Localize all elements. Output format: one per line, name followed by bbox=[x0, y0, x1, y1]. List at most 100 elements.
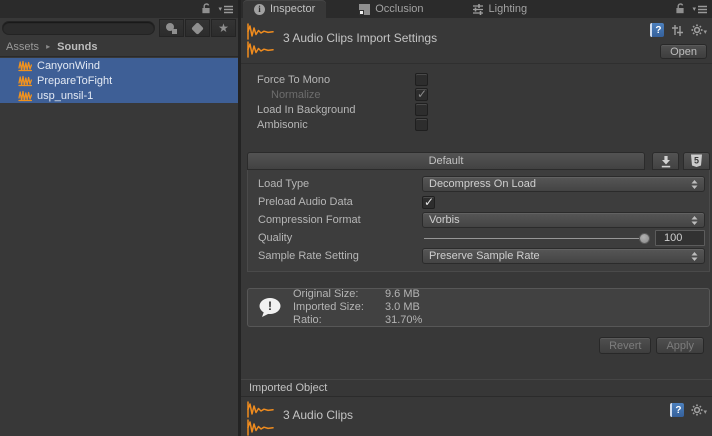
ambisonic-checkbox[interactable] bbox=[415, 118, 428, 131]
lighting-icon bbox=[472, 3, 484, 16]
inspector-panel: i Inspector Occlusion Lighting ▾ bbox=[241, 0, 712, 436]
project-search-row: ★ bbox=[0, 18, 238, 38]
tab-lighting[interactable]: Lighting bbox=[461, 0, 539, 18]
apply-button[interactable]: Apply bbox=[656, 337, 704, 354]
platform-tabs: Default bbox=[247, 152, 710, 170]
audio-clip-icon bbox=[18, 60, 33, 72]
label-tag-icon bbox=[191, 22, 204, 35]
slider-track bbox=[424, 238, 644, 239]
tab-label: Occlusion bbox=[375, 3, 423, 15]
tab-inspector[interactable]: i Inspector bbox=[243, 0, 326, 18]
list-item[interactable]: PrepareToFight bbox=[0, 73, 238, 88]
setting-quality: Quality 100 bbox=[248, 229, 705, 247]
option-label: Ambisonic bbox=[241, 119, 415, 131]
option-ambisonic: Ambisonic bbox=[241, 117, 712, 132]
platform-tab-webgl[interactable] bbox=[683, 152, 710, 170]
panel-menu-icon[interactable]: ▾ bbox=[692, 5, 707, 14]
breadcrumb-current-folder[interactable]: Sounds bbox=[57, 41, 97, 53]
file-name: PrepareToFight bbox=[37, 75, 112, 87]
setting-sample-rate: Sample Rate Setting Preserve Sample Rate bbox=[248, 247, 705, 265]
breadcrumb-assets[interactable]: Assets bbox=[6, 41, 39, 53]
gear-caret-icon: ▾ bbox=[703, 30, 707, 36]
project-panel-titlebar: ▾ bbox=[0, 0, 238, 18]
search-favorites-button[interactable]: ★ bbox=[211, 19, 236, 37]
platform-tab-standalone[interactable] bbox=[652, 152, 679, 170]
info-value: 3.0 MB bbox=[385, 301, 420, 314]
unity-editor-window: ▾ ★ Assets ▸ Sounds bbox=[0, 0, 712, 436]
audio-clip-icon bbox=[18, 75, 33, 87]
inspector-tabbar: i Inspector Occlusion Lighting ▾ bbox=[241, 0, 712, 18]
load-type-dropdown[interactable]: Decompress On Load bbox=[422, 176, 705, 192]
search-by-label-button[interactable] bbox=[185, 19, 210, 37]
quality-value-field[interactable]: 100 bbox=[655, 230, 705, 246]
info-label: Imported Size: bbox=[293, 301, 385, 314]
option-force-to-mono: Force To Mono bbox=[241, 72, 712, 87]
gear-icon[interactable]: ▾ bbox=[691, 404, 707, 416]
option-load-in-background: Load In Background bbox=[241, 102, 712, 117]
info-row: Ratio: 31.70% bbox=[293, 314, 422, 327]
compression-format-dropdown[interactable]: Vorbis bbox=[422, 212, 705, 228]
preload-audio-data-checkbox[interactable]: ✓ bbox=[422, 196, 435, 209]
option-label: Normalize bbox=[241, 89, 415, 101]
option-label: Load In Background bbox=[241, 104, 415, 116]
breadcrumb: Assets ▸ Sounds bbox=[0, 38, 238, 57]
setting-label: Preload Audio Data bbox=[248, 196, 422, 208]
setting-label: Load Type bbox=[248, 178, 422, 190]
search-by-type-button[interactable] bbox=[159, 19, 184, 37]
list-item[interactable]: usp_unsil-1 bbox=[0, 88, 238, 103]
quality-slider[interactable] bbox=[422, 230, 647, 246]
dropdown-value: Preserve Sample Rate bbox=[429, 250, 540, 262]
breadcrumb-arrow-icon: ▸ bbox=[46, 42, 50, 51]
platform-settings-body: Load Type Decompress On Load Preload Aud… bbox=[247, 170, 710, 272]
option-label: Force To Mono bbox=[241, 74, 415, 86]
notice-bubble-icon bbox=[258, 297, 284, 319]
info-label: Original Size: bbox=[293, 288, 385, 301]
sample-rate-dropdown[interactable]: Preserve Sample Rate bbox=[422, 248, 705, 264]
setting-load-type: Load Type Decompress On Load bbox=[248, 175, 705, 193]
normalize-checkbox: ✓ bbox=[415, 88, 428, 101]
audio-clip-icon bbox=[246, 23, 276, 59]
info-value: 9.6 MB bbox=[385, 288, 420, 301]
search-input[interactable] bbox=[2, 21, 155, 35]
file-name: CanyonWind bbox=[37, 60, 100, 72]
help-icon[interactable]: ? bbox=[670, 403, 684, 417]
platform-tab-default[interactable]: Default bbox=[247, 152, 645, 170]
open-button[interactable]: Open bbox=[660, 44, 707, 59]
dropdown-value: Decompress On Load bbox=[429, 178, 536, 190]
platform-settings-group: Default Load Type Decompress On Load bbox=[247, 152, 710, 272]
setting-label: Sample Rate Setting bbox=[248, 250, 422, 262]
tab-label: Lighting bbox=[489, 3, 528, 15]
dropdown-arrows-icon bbox=[691, 252, 698, 261]
file-name: usp_unsil-1 bbox=[37, 90, 93, 102]
imported-object-header: 3 Audio Clips ? ▾ bbox=[241, 397, 712, 436]
gear-icon[interactable]: ▾ bbox=[691, 24, 707, 36]
lock-icon[interactable] bbox=[201, 2, 211, 17]
tab-label: Inspector bbox=[270, 3, 315, 15]
slider-knob[interactable] bbox=[639, 233, 650, 244]
info-icon: i bbox=[254, 4, 265, 15]
setting-compression-format: Compression Format Vorbis bbox=[248, 211, 705, 229]
option-normalize: Normalize ✓ bbox=[241, 87, 712, 102]
star-icon: ★ bbox=[218, 23, 229, 33]
html5-icon bbox=[690, 154, 703, 168]
force-to-mono-checkbox[interactable] bbox=[415, 73, 428, 86]
list-item[interactable]: CanyonWind bbox=[0, 58, 238, 73]
load-in-background-checkbox[interactable] bbox=[415, 103, 428, 116]
dropdown-value: Vorbis bbox=[429, 214, 460, 226]
help-icon[interactable]: ? bbox=[650, 23, 664, 37]
revert-button[interactable]: Revert bbox=[599, 337, 651, 354]
imported-object-bar: Imported Object bbox=[241, 379, 712, 397]
lock-icon[interactable] bbox=[675, 2, 685, 17]
import-options: Force To Mono Normalize ✓ Load In Backgr… bbox=[241, 64, 712, 132]
page-title: 3 Audio Clips Import Settings bbox=[283, 31, 437, 45]
gear-caret-icon: ▾ bbox=[703, 410, 707, 416]
tab-occlusion[interactable]: Occlusion bbox=[348, 0, 434, 18]
audio-clip-icon bbox=[18, 90, 33, 102]
preset-icon[interactable] bbox=[671, 24, 684, 37]
checkmark-icon: ✓ bbox=[424, 195, 434, 209]
info-label: Ratio: bbox=[293, 314, 385, 327]
panel-menu-icon[interactable]: ▾ bbox=[218, 5, 233, 14]
search-by-type-icon bbox=[166, 23, 177, 34]
checkmark-icon: ✓ bbox=[417, 87, 427, 101]
audio-clip-icon bbox=[246, 401, 276, 436]
